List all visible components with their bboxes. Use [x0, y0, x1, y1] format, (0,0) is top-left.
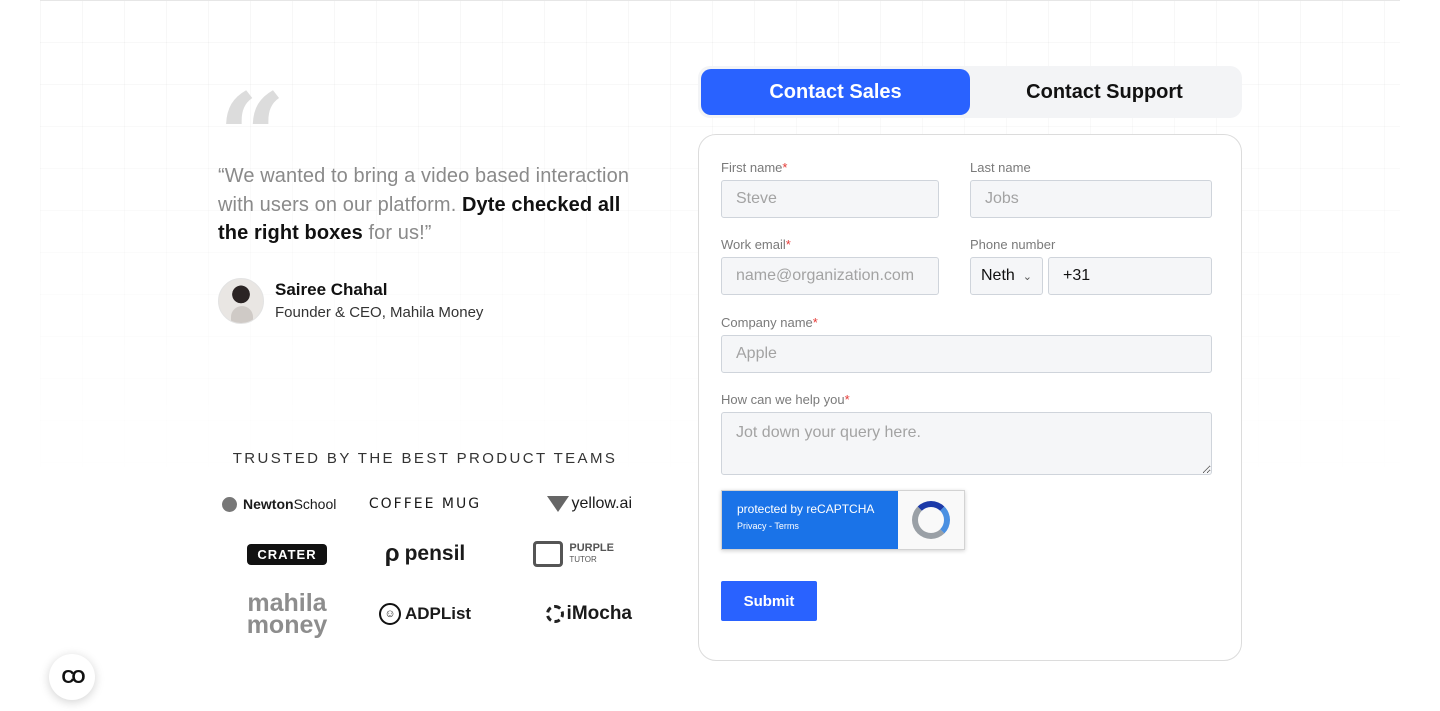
phone-label-text: Phone number	[970, 237, 1056, 252]
purple-top: PURPLE	[569, 542, 614, 554]
author-meta: Sairee Chahal Founder & CEO, Mahila Mone…	[275, 278, 483, 324]
first-name-label: First name*	[721, 160, 787, 175]
last-name-label-text: Last name	[970, 160, 1031, 175]
first-name-label-text: First name	[721, 160, 783, 175]
work-email-label: Work email*	[721, 237, 791, 252]
last-name-input[interactable]	[970, 180, 1212, 218]
tab-contact-support[interactable]: Contact Support	[970, 69, 1239, 115]
logo-pensil: ρ pensil	[356, 540, 494, 568]
required-marker: *	[782, 160, 788, 175]
help-textarea[interactable]	[721, 412, 1212, 475]
first-name-input[interactable]	[721, 180, 939, 218]
country-select[interactable]: Neth ⌄	[970, 257, 1043, 295]
chevron-down-icon: ⌄	[1022, 270, 1032, 283]
chat-link-icon[interactable]: CO	[49, 654, 95, 700]
recaptcha-widget[interactable]: protected by reCAPTCHA Privacy - Terms	[721, 490, 965, 550]
smiley-icon: ☺	[378, 603, 401, 625]
yellow-mark-icon	[546, 496, 569, 512]
submit-button[interactable]: Submit	[721, 581, 817, 621]
top-divider	[40, 0, 1400, 1]
tab-contact-sales[interactable]: Contact Sales	[701, 69, 970, 115]
logo-newton-school: Newton School	[218, 496, 356, 512]
customer-logos: Newton School COFFEE MUG yellow.ai CRATE…	[218, 482, 632, 646]
help-label-text: How can we help you	[721, 392, 845, 407]
work-email-input[interactable]	[721, 257, 939, 295]
recaptcha-logo	[898, 491, 964, 549]
speech-bubble-icon	[533, 541, 564, 567]
required-marker: *	[812, 315, 818, 330]
testimonial-author: Sairee Chahal Founder & CEO, Mahila Mone…	[218, 278, 483, 324]
trusted-heading: TRUSTED BY THE BEST PRODUCT TEAMS	[232, 450, 618, 467]
adplist-text: ADPList	[404, 604, 472, 623]
logo-coffee-mug: COFFEE MUG	[368, 496, 482, 512]
logo-imocha: iMocha	[494, 603, 632, 625]
work-email-label-text: Work email	[721, 237, 786, 252]
company-label: Company name*	[721, 315, 818, 330]
newton-bold: Newton	[243, 496, 294, 512]
imocha-ring-icon	[545, 605, 564, 623]
required-marker: *	[844, 392, 850, 407]
testimonial-quote: “We wanted to bring a video based intera…	[218, 162, 638, 248]
recaptcha-text: protected by reCAPTCHA Privacy - Terms	[722, 491, 898, 549]
newton-rest: School	[293, 496, 337, 512]
imocha-text: iMocha	[566, 603, 632, 624]
phone-label: Phone number	[970, 237, 1055, 252]
newton-mark-icon	[222, 496, 237, 512]
phone-input[interactable]	[1048, 257, 1212, 295]
quote-end: for us!”	[362, 222, 432, 244]
help-label: How can we help you*	[721, 392, 850, 407]
yellow-text: yellow.ai	[571, 495, 632, 512]
company-input[interactable]	[721, 335, 1212, 373]
company-label-text: Company name	[721, 315, 813, 330]
purple-bottom: TUTOR	[569, 555, 597, 564]
logo-yellow-ai: yellow.ai	[494, 495, 632, 513]
pensil-text: pensil	[404, 542, 466, 565]
recaptcha-line1: protected by reCAPTCHA	[737, 502, 875, 516]
contact-form: First name* Last name Work email* Phone …	[698, 134, 1242, 661]
logo-adplist: ☺ ADPList	[356, 603, 494, 625]
crater-text: CRATER	[247, 543, 327, 565]
author-role: Founder & CEO, Mahila Money	[275, 304, 484, 321]
avatar	[218, 278, 264, 324]
required-marker: *	[785, 237, 791, 252]
logo-crater: CRATER	[218, 543, 356, 565]
recaptcha-privacy-terms-link[interactable]: Privacy - Terms	[737, 521, 898, 531]
logo-purple-tutor: PURPLE TUTOR	[494, 541, 632, 567]
purple-text: PURPLE TUTOR	[569, 543, 614, 565]
author-name: Sairee Chahal	[275, 280, 388, 299]
country-value: Neth	[981, 267, 1015, 284]
mahila-bottom: money	[246, 611, 328, 639]
recaptcha-icon	[912, 501, 950, 539]
contact-tabs: Contact Sales Contact Support	[698, 66, 1242, 118]
logo-mahila-money: mahila money	[218, 591, 356, 639]
pensil-mark-icon: ρ	[384, 540, 400, 567]
last-name-label: Last name	[970, 160, 1031, 175]
